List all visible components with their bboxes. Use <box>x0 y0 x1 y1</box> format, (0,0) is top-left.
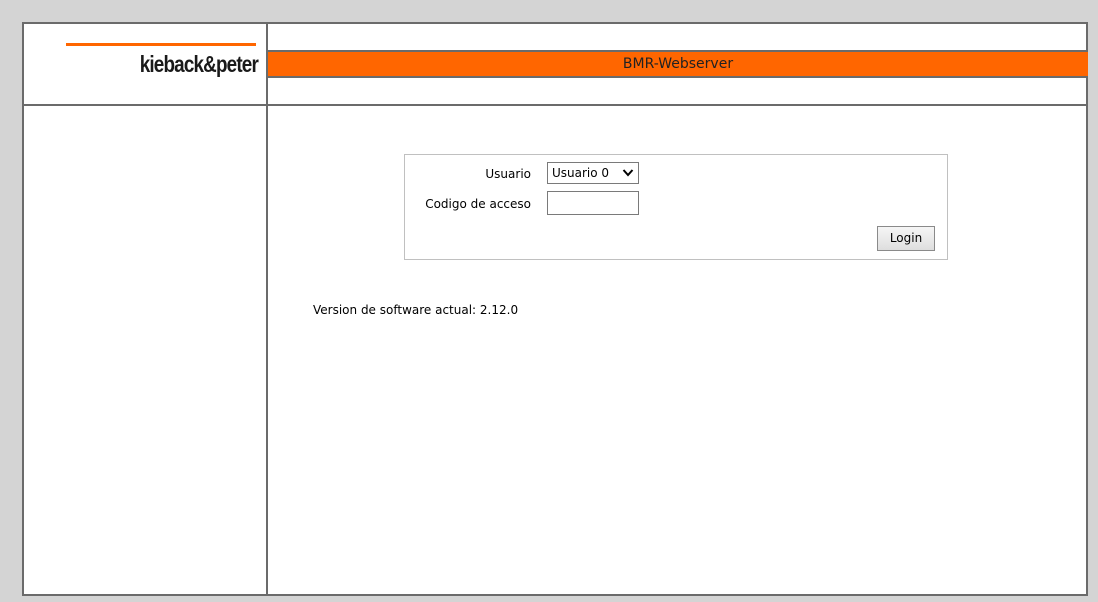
software-version: Version de software actual: 2.12.0 <box>313 303 519 317</box>
page-frame: kieback&peter BMR-Webserver Usuario Usua… <box>22 22 1088 596</box>
code-label: Codigo de acceso <box>425 197 531 211</box>
page-title: BMR-Webserver <box>622 56 734 72</box>
user-select[interactable]: Usuario 0 <box>547 162 639 184</box>
logo: kieback&peter <box>139 51 259 77</box>
header-divider <box>24 104 1086 106</box>
login-button[interactable]: Login <box>877 226 935 251</box>
logo-accent-bar <box>66 43 256 46</box>
user-select-value: Usuario 0 <box>552 166 610 180</box>
login-form: Usuario Usuario 0 Codigo de acceso Login <box>404 154 948 260</box>
access-code-field[interactable] <box>547 191 639 215</box>
user-label: Usuario <box>485 167 531 181</box>
sidebar-divider <box>266 24 268 594</box>
chevron-down-icon <box>622 163 634 190</box>
header-banner: BMR-Webserver <box>268 50 1088 78</box>
